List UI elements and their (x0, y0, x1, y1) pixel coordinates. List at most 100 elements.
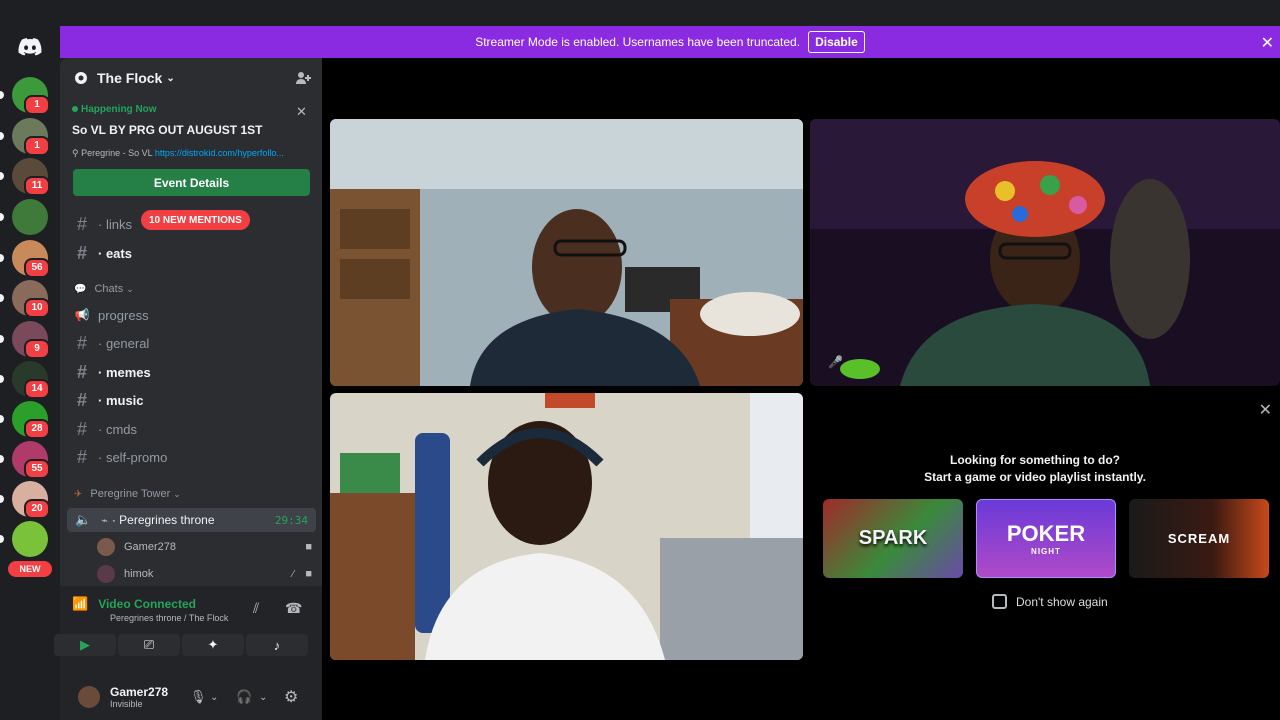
guild-header[interactable]: The Flock ⌄ (60, 58, 322, 98)
voice-user[interactable]: himok ⁄ ■ (97, 563, 312, 585)
channel-item[interactable]: # · memes (60, 360, 322, 384)
channel-item[interactable]: # · music (60, 388, 322, 412)
channel-name: · eats (98, 245, 132, 261)
category-peregrine-tower[interactable]: ✈ Peregrine Tower ⌄ (74, 488, 181, 500)
hash-icon: # (76, 418, 87, 439)
announcement-icon: 📢 (74, 308, 90, 322)
server-icon[interactable]: 1 (12, 118, 50, 156)
video-tile[interactable]: 🎤 (810, 119, 1280, 386)
channel-name: · music (98, 392, 144, 408)
unread-pip (0, 375, 4, 383)
invite-people-icon[interactable] (295, 70, 311, 86)
voice-user[interactable]: Gamer278 ■ (97, 536, 312, 558)
server-icon[interactable]: 1 (12, 77, 50, 115)
chevron-down-icon[interactable]: ⌄ (259, 692, 267, 703)
gear-icon[interactable]: ⚙ (284, 687, 298, 707)
discord-home-icon[interactable] (14, 32, 46, 62)
avatar (97, 565, 115, 583)
speaker-icon: 🔈 (75, 512, 92, 527)
server-icon[interactable]: 55 (12, 441, 50, 479)
video-stage: 🎤 ✕ Looking for something to do? Start a… (322, 58, 1280, 720)
camera-icon: ■ (305, 541, 312, 553)
new-badge[interactable]: NEW (8, 561, 52, 577)
activity-prompt-title: Looking for something to do? (950, 453, 1120, 467)
channel-item[interactable]: # · self-promo (60, 445, 322, 469)
event-details-button[interactable]: Event Details (73, 169, 310, 196)
server-icon[interactable] (12, 521, 48, 557)
voice-status[interactable]: Video Connected (98, 597, 196, 611)
channel-name: progress (98, 307, 149, 323)
close-event-icon[interactable]: ✕ (296, 104, 307, 120)
video-button[interactable]: ▶ (54, 634, 116, 656)
headphones-icon[interactable]: 🎧 (236, 689, 252, 705)
server-icon[interactable]: 56 (12, 240, 50, 278)
streamer-mode-banner: Streamer Mode is enabled. Usernames have… (60, 26, 1280, 58)
channel-item[interactable]: 📢 progress (60, 303, 322, 327)
close-icon[interactable]: ✕ (1259, 400, 1272, 420)
screen-share-button[interactable]: ⎚ (118, 634, 180, 656)
banner-message: Streamer Mode is enabled. Usernames have… (475, 35, 801, 49)
screen-share-icon: ⎚ (143, 637, 155, 652)
server-icon[interactable]: 28 (12, 401, 50, 439)
channel-name: · general (98, 335, 150, 351)
event-link[interactable]: https://distrokid.com/hyperfollo... (155, 148, 284, 158)
muted-mic-icon: 🎤 (828, 355, 843, 369)
disable-button[interactable]: Disable (808, 31, 865, 53)
activities-button[interactable]: ✦ (182, 634, 244, 656)
chevron-down-icon[interactable]: ⌄ (210, 692, 218, 703)
hash-icon: # (76, 213, 87, 234)
user-panel[interactable]: Gamer278 Invisible 🎙 ⌄ 🎧 ⌄ ⚙ (60, 674, 322, 720)
mention-badge: 28 (24, 419, 50, 439)
channel-name: · links (98, 216, 132, 232)
dont-show-again-checkbox[interactable]: Don't show again (992, 594, 1108, 609)
video-tile[interactable] (330, 393, 803, 660)
unread-pip (0, 254, 4, 262)
server-icon[interactable] (12, 199, 48, 235)
user-status: Invisible (110, 699, 143, 709)
noise-suppression-icon[interactable]: ⫽ (253, 600, 259, 617)
close-icon[interactable]: ✕ (1261, 33, 1274, 53)
video-feed (330, 393, 803, 660)
muted-mic-icon: ⁄ (292, 568, 294, 580)
location-pin-icon: ⚲ (72, 148, 79, 158)
mention-badge: 11 (24, 176, 50, 196)
username: Gamer278 (110, 685, 169, 699)
channel-name: · cmds (98, 421, 137, 437)
event-title: So VL BY PRG OUT AUGUST 1ST (72, 123, 263, 137)
server-icon[interactable]: 20 (12, 481, 50, 519)
video-icon: ▶ (80, 637, 90, 652)
unread-pip (0, 535, 4, 543)
signal-icon: 📶 (72, 596, 89, 611)
microphone-icon[interactable]: 🎙 (190, 689, 207, 705)
server-icon[interactable]: 10 (12, 280, 50, 318)
channel-item[interactable]: # · general (60, 331, 322, 355)
soundboard-button[interactable]: ♪ (246, 634, 308, 656)
server-icon[interactable]: 9 (12, 321, 50, 359)
voice-channel-peregrines-throne[interactable]: 🔈 ⌁ · Peregrines throne 29:34 (67, 508, 316, 532)
server-icon[interactable]: 14 (12, 361, 50, 399)
event-status: Happening Now (72, 104, 312, 115)
category-chats[interactable]: 💬 Chats ⌄ (74, 283, 134, 295)
game-card-spark[interactable]: SPARK (823, 499, 963, 578)
game-card-poker-night[interactable]: POKER NIGHT (976, 499, 1116, 578)
new-mentions-pill[interactable]: 10 NEW MENTIONS (141, 210, 250, 230)
mention-badge: 1 (24, 136, 50, 156)
mention-badge: 14 (24, 379, 50, 399)
channel-item[interactable]: # · eats (60, 241, 322, 265)
voice-location[interactable]: Peregrines throne / The Flock (110, 613, 228, 623)
mention-badge: 56 (24, 258, 50, 278)
server-guide-icon (75, 72, 87, 84)
video-feed (810, 119, 1280, 386)
channel-item[interactable]: # · cmds (60, 417, 322, 441)
game-card-scream[interactable]: SCREAM (1129, 499, 1269, 578)
unread-pip (0, 335, 4, 343)
server-icon[interactable]: 11 (12, 158, 50, 196)
disconnect-icon[interactable]: ☎ (285, 600, 302, 617)
mention-badge: 1 (24, 95, 50, 115)
checkbox[interactable] (992, 594, 1007, 609)
video-tile[interactable] (330, 119, 803, 386)
channel-name: · self-promo (98, 449, 168, 465)
chevron-down-icon: ⌄ (166, 72, 175, 84)
event-location: ⚲ Peregrine - So VL https://distrokid.co… (72, 148, 284, 158)
server-rail: NEW 1 1 11 56 10 9 14 28 55 20 (0, 0, 60, 720)
